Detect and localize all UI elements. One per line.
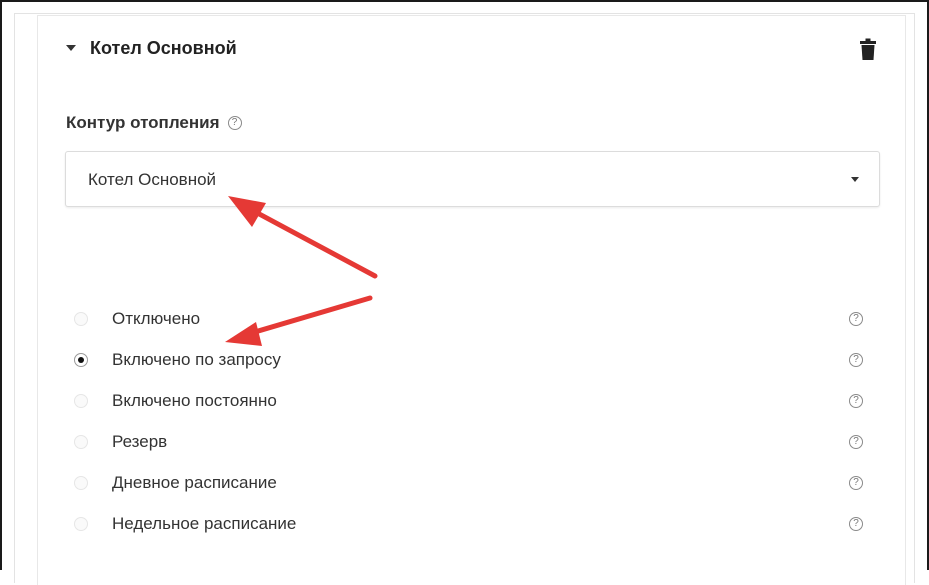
help-icon[interactable]: ? [849, 393, 863, 408]
select-value: Котел Основной [88, 170, 217, 189]
radio-button[interactable] [74, 393, 88, 408]
caret-down-icon[interactable] [66, 45, 76, 51]
radio-label: Включено по запросу [112, 349, 281, 369]
radio-button-checked[interactable] [74, 352, 88, 367]
help-icon[interactable]: ? [849, 434, 863, 449]
radio-option-off[interactable]: Отключено ? [70, 298, 870, 339]
heating-circuit-label: Контур отопления ? [66, 113, 242, 133]
trash-icon[interactable] [860, 38, 876, 60]
radio-option-daily-schedule[interactable]: Дневное расписание ? [70, 462, 870, 503]
radio-label: Недельное расписание [112, 513, 297, 533]
radio-label: Отключено [112, 308, 201, 328]
help-icon[interactable]: ? [849, 352, 863, 367]
radio-option-on-demand[interactable]: Включено по запросу ? [70, 339, 870, 380]
chevron-down-icon [851, 177, 859, 182]
help-icon[interactable]: ? [227, 116, 242, 130]
radio-option-weekly-schedule[interactable]: Недельное расписание ? [70, 503, 870, 544]
radio-label: Включено постоянно [112, 390, 277, 410]
radio-button[interactable] [74, 311, 88, 326]
radio-label: Дневное расписание [112, 472, 277, 492]
mode-radio-group: Отключено ? Включено по запросу ? Включе… [70, 298, 870, 544]
radio-button[interactable] [74, 475, 88, 490]
help-icon[interactable]: ? [849, 475, 863, 490]
help-icon[interactable]: ? [849, 311, 863, 326]
radio-option-reserve[interactable]: Резерв ? [70, 421, 870, 462]
heating-circuit-select[interactable]: Котел Основной [65, 151, 880, 207]
help-icon[interactable]: ? [849, 516, 863, 531]
radio-label: Резерв [112, 431, 168, 451]
card-header: Котел Основной [66, 34, 237, 62]
heating-circuit-label-text: Контур отопления [66, 113, 220, 132]
radio-option-always-on[interactable]: Включено постоянно ? [70, 380, 870, 421]
radio-button[interactable] [74, 434, 88, 449]
card-title: Котел Основной [90, 37, 237, 58]
radio-button[interactable] [74, 516, 88, 531]
